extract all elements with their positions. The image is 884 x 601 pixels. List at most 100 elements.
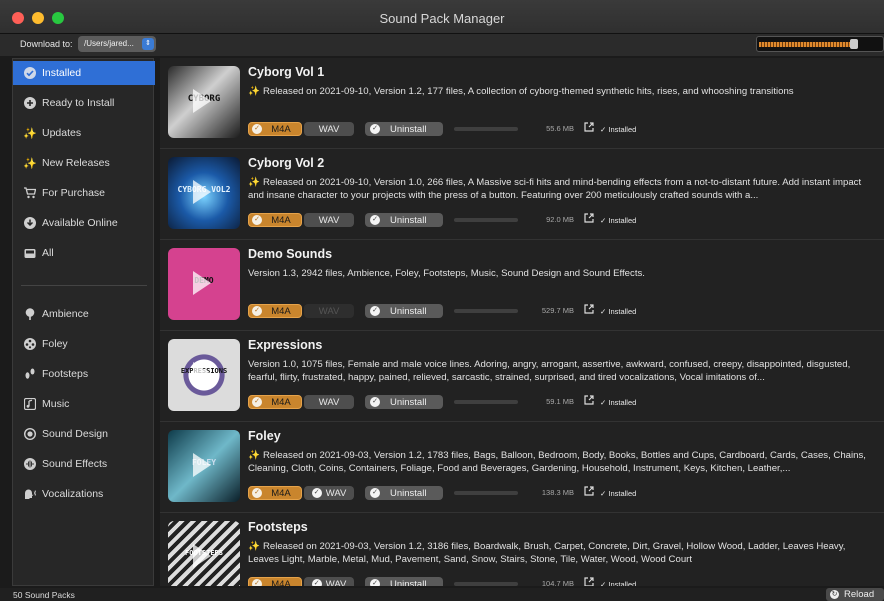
sidebar-item-new-releases[interactable]: ✨ New Releases xyxy=(13,151,155,175)
wav-format-toggle[interactable]: ✓ WAV xyxy=(304,486,354,500)
external-link-icon[interactable] xyxy=(584,213,594,223)
inbox-icon xyxy=(23,246,37,260)
pack-description-text: Released on 2021-09-10, Version 1.2, 177… xyxy=(262,86,794,97)
volume-level-fill xyxy=(759,42,856,47)
download-progress-bar xyxy=(454,309,518,313)
volume-slider[interactable] xyxy=(756,36,884,52)
play-icon[interactable] xyxy=(193,180,211,204)
sidebar-item-label: Footsteps xyxy=(42,368,89,380)
pack-row-cyborg-vol-1[interactable]: CYBORG Cyborg Vol 1 ✨ Released on 2021-09… xyxy=(160,58,884,149)
sidebar-item-foley[interactable]: Foley xyxy=(13,332,155,356)
wav-format-toggle[interactable]: WAV xyxy=(304,213,354,227)
external-link-icon[interactable] xyxy=(584,122,594,132)
pack-controls: ✓ M4A WAV ✓ Uninstall 55.6 MB ✓ Installe… xyxy=(248,122,878,136)
sidebar-item-sound-design[interactable]: Sound Design xyxy=(13,422,155,446)
wav-format-toggle[interactable]: ✓ WAV xyxy=(304,577,354,586)
wav-label: WAV xyxy=(318,396,340,408)
pack-list[interactable]: CYBORG Cyborg Vol 1 ✨ Released on 2021-09… xyxy=(160,58,884,586)
download-path-select[interactable]: /Users/jared... ⇕ xyxy=(78,36,156,52)
play-icon[interactable] xyxy=(193,362,211,386)
wav-label: WAV xyxy=(318,123,340,135)
sidebar-item-footsteps[interactable]: Footsteps xyxy=(13,362,155,386)
pack-size: 92.0 MB xyxy=(546,215,574,224)
sidebar-item-installed[interactable]: Installed xyxy=(13,61,155,85)
external-link-icon[interactable] xyxy=(584,577,594,586)
sidebar-item-ready-to-install[interactable]: Ready to Install xyxy=(13,91,155,115)
m4a-label: M4A xyxy=(271,578,291,587)
external-link-icon[interactable] xyxy=(584,304,594,314)
uninstall-button[interactable]: ✓ Uninstall xyxy=(365,304,443,318)
pack-thumbnail[interactable]: EXPRESSIONS xyxy=(168,339,240,411)
external-link-icon[interactable] xyxy=(584,486,594,496)
sidebar-item-label: Available Online xyxy=(42,217,118,229)
install-status: ✓ Installed xyxy=(600,307,637,316)
play-icon[interactable] xyxy=(193,544,211,568)
install-status: ✓ Installed xyxy=(600,216,637,225)
wav-format-toggle[interactable]: WAV xyxy=(304,395,354,409)
sidebar-item-label: Installed xyxy=(42,67,82,79)
pack-description-text: Version 1.0, 1075 files, Female and male… xyxy=(248,359,851,383)
gauge-icon xyxy=(23,427,37,441)
chevron-updown-icon: ⇕ xyxy=(142,38,154,50)
pack-description: Version 1.0, 1075 files, Female and male… xyxy=(248,358,878,384)
external-link-icon[interactable] xyxy=(584,395,594,405)
pack-row-expressions[interactable]: EXPRESSIONS Expressions Version 1.0, 107… xyxy=(160,331,884,422)
download-progress-bar xyxy=(454,400,518,404)
m4a-format-toggle[interactable]: ✓ M4A xyxy=(248,486,302,500)
pack-thumbnail[interactable]: CYBORG VOL2 xyxy=(168,157,240,229)
pack-controls: ✓ M4A WAV ✓ Uninstall 529.7 MB ✓ Install… xyxy=(248,304,878,318)
m4a-format-toggle[interactable]: ✓ M4A xyxy=(248,122,302,136)
sidebar-item-ambience[interactable]: Ambience xyxy=(13,302,155,326)
sidebar-item-label: New Releases xyxy=(42,157,110,169)
play-icon[interactable] xyxy=(193,271,211,295)
checkmark-icon: ✓ xyxy=(311,579,322,586)
sidebar-item-sound-effects[interactable]: Sound Effects xyxy=(13,452,155,476)
play-icon[interactable] xyxy=(193,89,211,113)
pack-description: ✨ Released on 2021-09-10, Version 1.0, 26… xyxy=(248,176,878,202)
sidebar-item-updates[interactable]: ✨ Updates xyxy=(13,121,155,145)
download-progress-bar xyxy=(454,218,518,222)
m4a-format-toggle[interactable]: ✓ M4A xyxy=(248,577,302,586)
sidebar-item-vocalizations[interactable]: Vocalizations xyxy=(13,482,155,506)
pack-thumbnail[interactable]: CYBORG xyxy=(168,66,240,138)
uninstall-label: Uninstall xyxy=(390,305,427,317)
wav-label: WAV xyxy=(318,305,340,317)
title-bar: Sound Pack Manager xyxy=(0,0,884,34)
pack-count: 50 Sound Packs xyxy=(13,590,75,600)
install-status: ✓ Installed xyxy=(600,125,637,134)
sidebar-item-for-purchase[interactable]: For Purchase xyxy=(13,181,155,205)
m4a-format-toggle[interactable]: ✓ M4A xyxy=(248,304,302,318)
m4a-format-toggle[interactable]: ✓ M4A xyxy=(248,213,302,227)
sparkle-icon: ✨ xyxy=(248,86,260,97)
pack-description: ✨ Released on 2021-09-03, Version 1.2, 31… xyxy=(248,540,878,566)
sidebar-item-label: Sound Design xyxy=(42,428,108,440)
pack-row-foley[interactable]: FOLEY Foley ✨ Released on 2021-09-03, Ver… xyxy=(160,422,884,513)
m4a-format-toggle[interactable]: ✓ M4A xyxy=(248,395,302,409)
uninstall-button[interactable]: ✓ Uninstall xyxy=(365,486,443,500)
pack-row-footsteps[interactable]: FOOTSTEPS Footsteps ✨ Released on 2021-09… xyxy=(160,513,884,586)
wav-format-toggle[interactable]: WAV xyxy=(304,122,354,136)
wav-format-toggle[interactable]: WAV xyxy=(304,304,354,318)
uninstall-button[interactable]: ✓ Uninstall xyxy=(365,577,443,586)
uninstall-button[interactable]: ✓ Uninstall xyxy=(365,122,443,136)
uninstall-button[interactable]: ✓ Uninstall xyxy=(365,395,443,409)
sidebar-item-available-online[interactable]: Available Online xyxy=(13,211,155,235)
pack-row-cyborg-vol-2[interactable]: CYBORG VOL2 Cyborg Vol 2 ✨ Released on 20… xyxy=(160,149,884,240)
pack-title: Cyborg Vol 2 xyxy=(248,156,325,170)
sidebar-item-music[interactable]: Music xyxy=(13,392,155,416)
pack-row-demo-sounds[interactable]: DEMO Demo Sounds Version 1.3, 2942 files… xyxy=(160,240,884,331)
pack-title: Footsteps xyxy=(248,520,308,534)
uninstall-button[interactable]: ✓ Uninstall xyxy=(365,213,443,227)
pack-thumbnail[interactable]: DEMO xyxy=(168,248,240,320)
pack-thumbnail[interactable]: FOLEY xyxy=(168,430,240,502)
sidebar-item-all[interactable]: All xyxy=(13,241,155,265)
pack-thumbnail[interactable]: FOOTSTEPS xyxy=(168,521,240,586)
uninstall-label: Uninstall xyxy=(390,396,427,408)
status-bar: 50 Sound Packs ↻ Reload xyxy=(0,588,884,601)
reload-button[interactable]: ↻ Reload xyxy=(826,588,884,601)
pack-description: ✨ Released on 2021-09-03, Version 1.2, 17… xyxy=(248,449,878,475)
pack-description-text: Version 1.3, 2942 files, Ambience, Foley… xyxy=(248,268,645,279)
volume-slider-thumb[interactable] xyxy=(849,39,858,49)
play-icon[interactable] xyxy=(193,453,211,477)
checkmark-icon: ✓ xyxy=(370,306,380,316)
